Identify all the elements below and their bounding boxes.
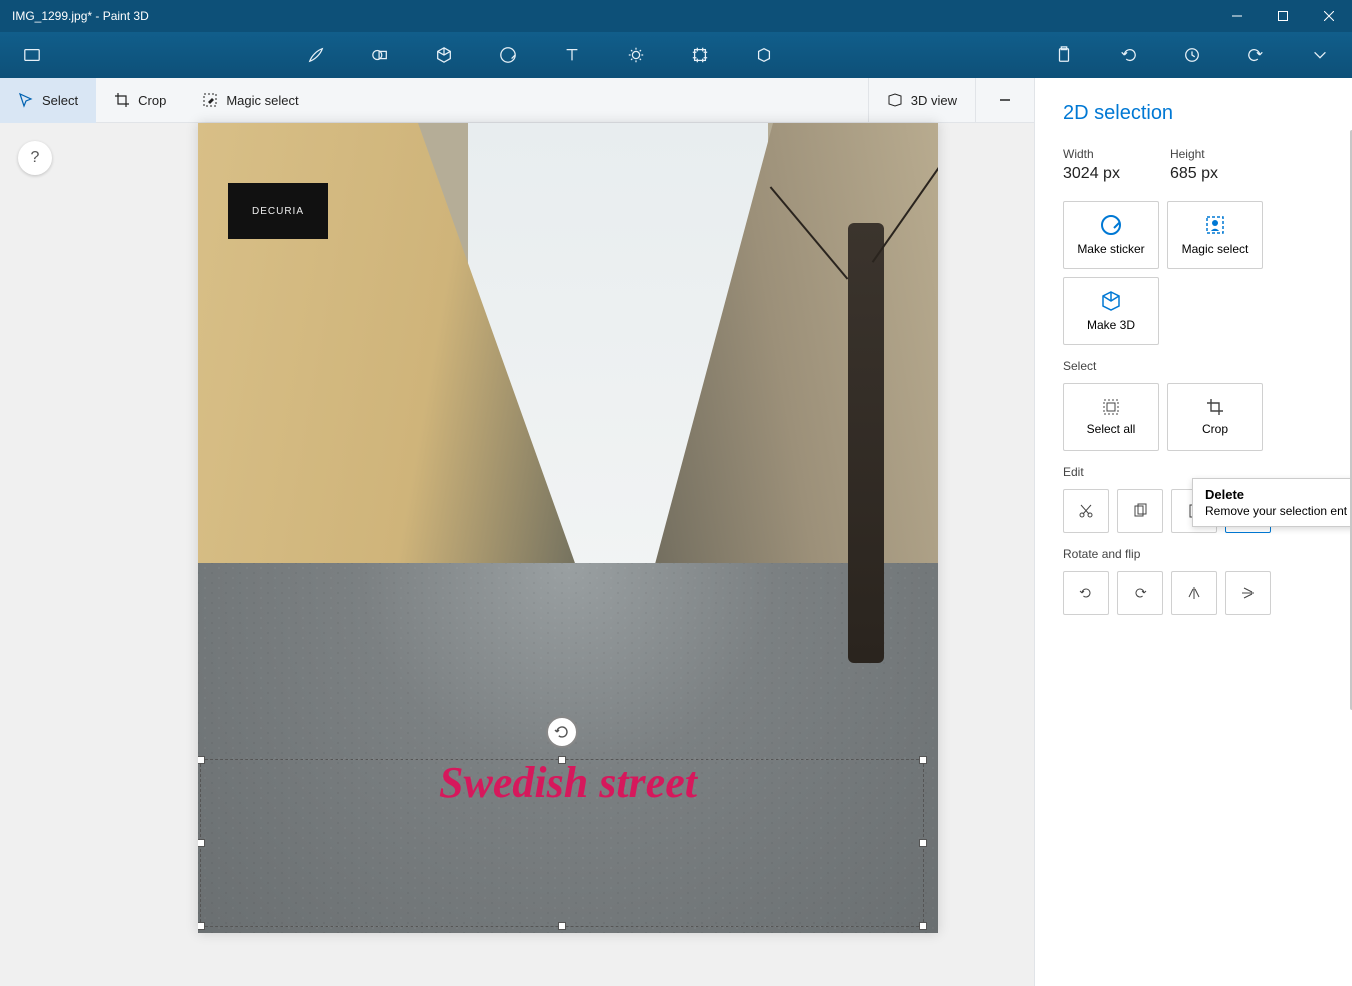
side-panel: 2D selection Width 3024 px Height 685 px… <box>1034 78 1352 986</box>
help-button[interactable]: ? <box>18 141 52 175</box>
undo-button[interactable] <box>1096 32 1160 78</box>
rotate-section-label: Rotate and flip <box>1063 547 1324 561</box>
canvas-tab[interactable] <box>668 32 732 78</box>
flip-vertical-button[interactable] <box>1225 571 1271 615</box>
expand-button[interactable] <box>1288 32 1352 78</box>
magic-select-label: Magic select <box>226 93 298 108</box>
select-all-button[interactable]: Select all <box>1063 383 1159 451</box>
handle-w[interactable] <box>198 839 205 847</box>
rotate-handle[interactable] <box>546 716 578 748</box>
brushes-tab[interactable] <box>284 32 348 78</box>
titlebar: IMG_1299.jpg* - Paint 3D <box>0 0 1352 32</box>
effects-tab[interactable] <box>604 32 668 78</box>
width-label: Width <box>1063 147 1120 161</box>
height-label: Height <box>1170 147 1218 161</box>
handle-s[interactable] <box>558 922 566 930</box>
handle-sw[interactable] <box>198 922 205 930</box>
handle-e[interactable] <box>919 839 927 847</box>
3d-view-label: 3D view <box>911 93 957 108</box>
rotate-right-button[interactable] <box>1117 571 1163 615</box>
handle-ne[interactable] <box>919 756 927 764</box>
handle-nw[interactable] <box>198 756 205 764</box>
stickers-tab[interactable] <box>476 32 540 78</box>
crop-label: Crop <box>138 93 166 108</box>
panel-title: 2D selection <box>1063 102 1324 125</box>
rotate-left-button[interactable] <box>1063 571 1109 615</box>
select-section-label: Select <box>1063 359 1324 373</box>
width-value: 3024 px <box>1063 165 1120 183</box>
height-value: 685 px <box>1170 165 1218 183</box>
copy-button[interactable] <box>1117 489 1163 533</box>
3d-shapes-tab[interactable] <box>412 32 476 78</box>
workspace: ? DECURIA Swedish street <box>0 123 1034 986</box>
minimize-button[interactable] <box>1214 0 1260 32</box>
handle-se[interactable] <box>919 922 927 930</box>
delete-tooltip: Delete Remove your selection ent <box>1192 478 1352 527</box>
3d-view-button[interactable]: 3D view <box>868 78 976 123</box>
magic-select-button[interactable]: Magic select <box>1167 201 1263 269</box>
make-sticker-button[interactable]: Make sticker <box>1063 201 1159 269</box>
cut-button[interactable] <box>1063 489 1109 533</box>
make-3d-button[interactable]: Make 3D <box>1063 277 1159 345</box>
select-tool[interactable]: Select <box>0 78 96 123</box>
history-button[interactable] <box>1160 32 1224 78</box>
crop-button[interactable]: Crop <box>1167 383 1263 451</box>
zoom-out-button[interactable] <box>990 85 1020 115</box>
flip-horizontal-button[interactable] <box>1171 571 1217 615</box>
sign-text: DECURIA <box>228 183 328 239</box>
text-tab[interactable] <box>540 32 604 78</box>
paste-button[interactable] <box>1032 32 1096 78</box>
select-label: Select <box>42 93 78 108</box>
menu-button[interactable] <box>0 32 64 78</box>
close-button[interactable] <box>1306 0 1352 32</box>
3d-library-tab[interactable] <box>732 32 796 78</box>
handle-n[interactable] <box>558 756 566 764</box>
2d-shapes-tab[interactable] <box>348 32 412 78</box>
edit-section-label: Edit <box>1063 465 1324 479</box>
selection-marquee[interactable] <box>200 759 924 927</box>
window-title: IMG_1299.jpg* - Paint 3D <box>12 9 149 23</box>
ribbon <box>0 32 1352 78</box>
maximize-button[interactable] <box>1260 0 1306 32</box>
redo-button[interactable] <box>1224 32 1288 78</box>
magic-select-tool[interactable]: Magic select <box>184 78 316 123</box>
crop-tool[interactable]: Crop <box>96 78 184 123</box>
canvas[interactable]: DECURIA Swedish street <box>198 123 938 933</box>
